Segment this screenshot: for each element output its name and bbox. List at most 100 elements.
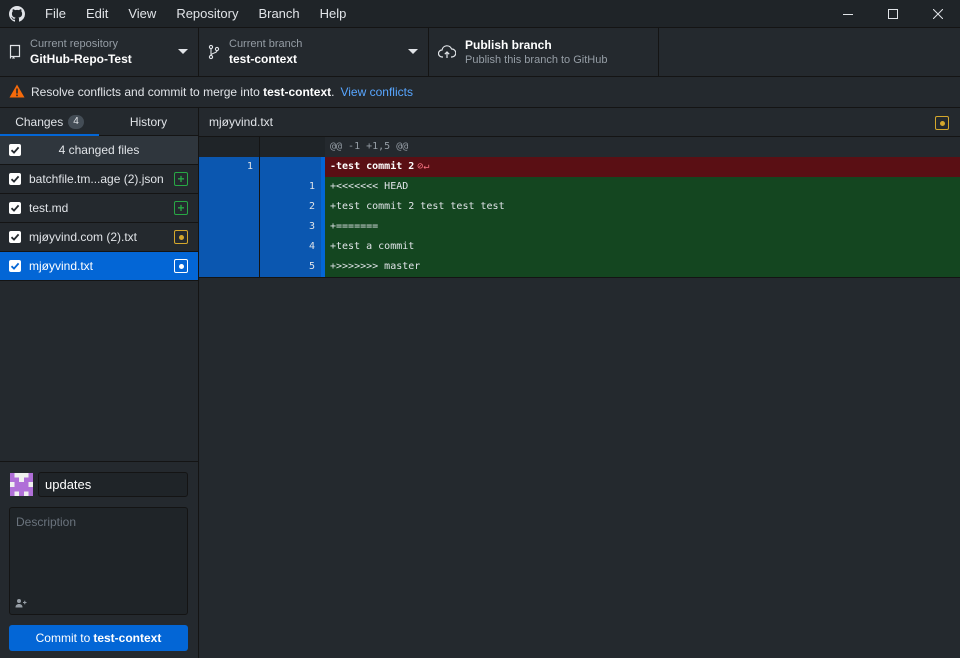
tab-changes[interactable]: Changes 4: [0, 108, 99, 136]
repo-icon: [0, 44, 30, 60]
menu-branch[interactable]: Branch: [248, 0, 309, 27]
cloud-upload-icon: [429, 45, 465, 59]
diff-hunk-header[interactable]: @@ -1 +1,5 @@: [199, 137, 960, 157]
commit-button-label: Commit to: [35, 631, 91, 645]
diff-line-added[interactable]: 1 +<<<<<<< HEAD: [199, 177, 960, 197]
current-branch-label: Current branch: [229, 38, 303, 50]
maximize-icon: [887, 8, 898, 19]
menu-view[interactable]: View: [118, 0, 166, 27]
menu-bar: File Edit View Repository Branch Help: [34, 0, 356, 27]
hunk-header-text: @@ -1 +1,5 @@: [325, 137, 960, 157]
diff-line-text: +<<<<<<< HEAD: [325, 177, 960, 197]
diff-line-text: +>>>>>>> master: [325, 257, 960, 277]
minimize-button[interactable]: [825, 0, 870, 27]
current-branch-button[interactable]: Current branch test-context: [199, 28, 429, 76]
banner-branch-name: test-context: [263, 85, 332, 99]
commit-button-branch: test-context: [93, 631, 162, 645]
old-line-number: [199, 257, 260, 277]
file-name: mjøyvind.com (2).txt: [29, 230, 138, 244]
git-branch-icon: [199, 44, 229, 60]
view-conflicts-link[interactable]: View conflicts: [340, 85, 412, 99]
file-name: mjøyvind.txt: [29, 259, 94, 273]
minimize-icon: [842, 13, 853, 15]
diff-line-deleted[interactable]: 1 -test commit 2 ⊘↵: [199, 157, 960, 177]
new-line-number: 1: [260, 177, 321, 197]
commit-description-input[interactable]: [9, 507, 188, 615]
diff-line-added[interactable]: 4 +test a commit: [199, 237, 960, 257]
checkmark-icon: [10, 233, 20, 241]
diff-line-text: +test commit 2 test test test: [325, 197, 960, 217]
new-line-number: 2: [260, 197, 321, 217]
file-list-item[interactable]: test.md: [0, 194, 198, 223]
diff-line-added[interactable]: 3 +=======: [199, 217, 960, 237]
menu-edit[interactable]: Edit: [76, 0, 118, 27]
publish-branch-button[interactable]: Publish branch Publish this branch to Gi…: [429, 28, 659, 76]
banner-message: Resolve conflicts and commit to merge in…: [31, 85, 335, 99]
file-checkbox[interactable]: [9, 202, 21, 214]
window-controls: [825, 0, 960, 27]
maximize-button[interactable]: [870, 0, 915, 27]
checkmark-icon: [10, 262, 20, 270]
select-all-checkbox[interactable]: [9, 144, 21, 156]
commit-summary-input[interactable]: [38, 472, 188, 497]
file-name: batchfile.tm...age (2).json: [29, 172, 164, 186]
commit-form: Commit totest-context: [0, 461, 198, 658]
avatar: [10, 473, 33, 496]
file-list-item-selected[interactable]: mjøyvind.txt: [0, 252, 198, 281]
toolbar: Current repository GitHub-Repo-Test Curr…: [0, 27, 960, 77]
file-checkbox[interactable]: [9, 231, 21, 243]
new-line-number: [260, 157, 321, 177]
file-added-icon: [174, 172, 188, 186]
publish-branch-title: Publish branch: [465, 38, 552, 52]
current-repository-label: Current repository: [30, 38, 119, 50]
file-added-icon: [174, 201, 188, 215]
diff-header: mjøyvind.txt: [199, 108, 960, 137]
checkmark-icon: [10, 175, 20, 183]
close-button[interactable]: [915, 0, 960, 27]
file-checkbox[interactable]: [9, 173, 21, 185]
file-list-item[interactable]: batchfile.tm...age (2).json: [0, 165, 198, 194]
changes-count-badge: 4: [68, 114, 84, 129]
current-branch-name: test-context: [229, 52, 298, 66]
chevron-down-icon: [178, 49, 188, 54]
old-line-number: [199, 177, 260, 197]
diff-file-name: mjøyvind.txt: [209, 115, 274, 129]
add-co-author-icon[interactable]: [15, 597, 27, 611]
diff-line-added[interactable]: 5 +>>>>>>> master: [199, 257, 960, 277]
old-line-number: [199, 197, 260, 217]
diff-table: @@ -1 +1,5 @@ 1 -test commit 2 ⊘↵ 1 +<<<<…: [199, 137, 960, 278]
diff-line-text: +test a commit: [325, 237, 960, 257]
tab-history[interactable]: History: [99, 108, 198, 135]
github-logo-icon: [0, 0, 34, 27]
new-line-number: 4: [260, 237, 321, 257]
menu-repository[interactable]: Repository: [166, 0, 248, 27]
current-repository-button[interactable]: Current repository GitHub-Repo-Test: [0, 28, 199, 76]
old-line-number: [199, 217, 260, 237]
file-name: test.md: [29, 201, 69, 215]
publish-branch-subtitle: Publish this branch to GitHub: [465, 54, 608, 66]
commit-button[interactable]: Commit to test-context: [9, 625, 188, 651]
new-line-number: 3: [260, 217, 321, 237]
file-modified-icon: [935, 116, 949, 130]
file-list-item[interactable]: mjøyvind.com (2).txt: [0, 223, 198, 252]
sidebar-tabs: Changes 4 History: [0, 108, 198, 136]
close-icon: [932, 8, 943, 19]
new-line-number: 5: [260, 257, 321, 277]
no-newline-icon: ⊘↵: [417, 161, 430, 172]
checkmark-icon: [10, 204, 20, 212]
diff-view: mjøyvind.txt @@ -1 +1,5 @@ 1 -test commi…: [199, 108, 960, 658]
file-checkbox[interactable]: [9, 260, 21, 272]
old-line-number: 1: [199, 157, 260, 177]
merge-conflict-banner: Resolve conflicts and commit to merge in…: [0, 77, 960, 108]
tab-history-label: History: [129, 114, 168, 129]
warning-icon: [9, 84, 25, 101]
current-repository-name: GitHub-Repo-Test: [30, 52, 132, 66]
changed-files-header: 4 changed files: [0, 136, 198, 165]
diff-line-added[interactable]: 2 +test commit 2 test test test: [199, 197, 960, 217]
menu-file[interactable]: File: [34, 0, 76, 27]
diff-line-text: -test commit 2 ⊘↵: [325, 157, 960, 177]
diff-line-text: +=======: [325, 217, 960, 237]
menu-help[interactable]: Help: [310, 0, 357, 27]
tab-changes-label: Changes: [15, 114, 64, 129]
file-conflicted-icon: [174, 259, 188, 273]
